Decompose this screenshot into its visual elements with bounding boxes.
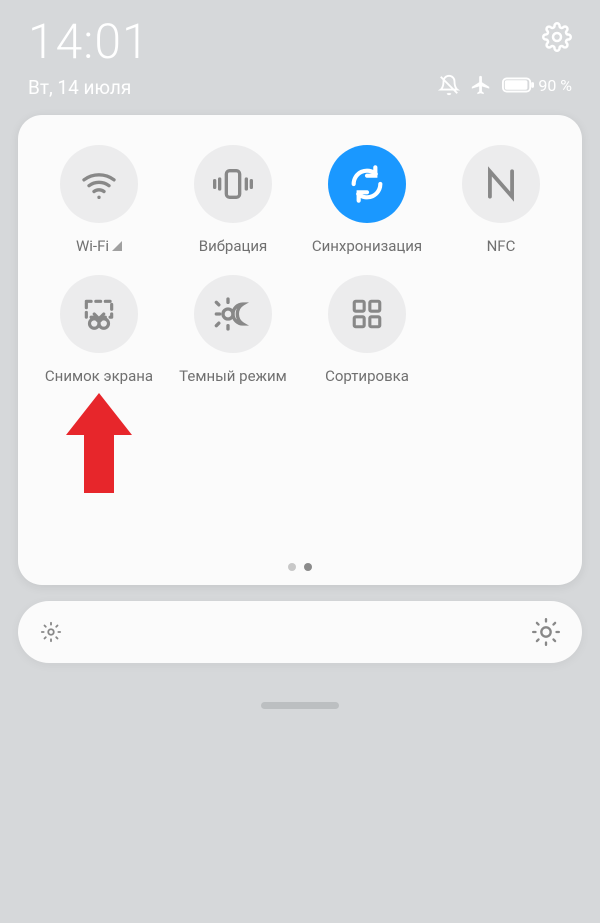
clock-date: Вт, 14 июля — [28, 76, 150, 99]
quick-settings-panel: Wi-Fi Вибрация — [18, 115, 582, 585]
tile-screenshot[interactable]: Снимок экрана — [32, 275, 166, 385]
tile-sort[interactable]: Сортировка — [300, 275, 434, 385]
brightness-high-icon — [532, 618, 560, 646]
tile-label-sync: Синхронизация — [312, 237, 422, 255]
tile-dark-mode[interactable]: Темный режим — [166, 275, 300, 385]
wifi-icon — [79, 164, 119, 204]
dark-mode-icon — [213, 294, 253, 334]
screenshot-icon — [80, 295, 118, 333]
tile-vibration[interactable]: Вибрация — [166, 145, 300, 255]
sync-icon — [347, 164, 387, 204]
page-dot-1 — [288, 563, 296, 571]
brightness-low-icon — [40, 621, 62, 643]
airplane-icon — [470, 74, 492, 96]
page-indicator[interactable] — [32, 563, 568, 579]
annotation-arrow-icon — [66, 393, 132, 497]
nfc-icon — [482, 165, 520, 203]
tile-label-dark: Темный режим — [179, 367, 287, 385]
brightness-slider[interactable] — [18, 601, 582, 663]
status-bar: 14:01 Вт, 14 июля — [0, 0, 600, 99]
page-dot-2 — [304, 563, 312, 571]
tile-nfc[interactable]: NFC — [434, 145, 568, 255]
tile-label-sort: Сортировка — [325, 367, 409, 385]
clock-time: 14:01 — [28, 18, 150, 66]
tile-sync[interactable]: Синхронизация — [300, 145, 434, 255]
grid-icon — [350, 297, 384, 331]
tile-wifi[interactable]: Wi-Fi — [32, 145, 166, 255]
battery-indicator: 90 % — [502, 76, 572, 95]
tile-label-vibration: Вибрация — [199, 237, 268, 255]
vibration-icon — [213, 164, 253, 204]
battery-percent: 90 % — [538, 76, 572, 95]
tile-label-nfc: NFC — [487, 237, 516, 255]
settings-gear-icon[interactable] — [542, 22, 572, 52]
mute-icon — [438, 74, 460, 96]
tile-label-wifi: Wi-Fi — [76, 237, 122, 255]
tile-label-screenshot: Снимок экрана — [45, 367, 153, 385]
panel-drag-handle[interactable] — [261, 702, 339, 709]
